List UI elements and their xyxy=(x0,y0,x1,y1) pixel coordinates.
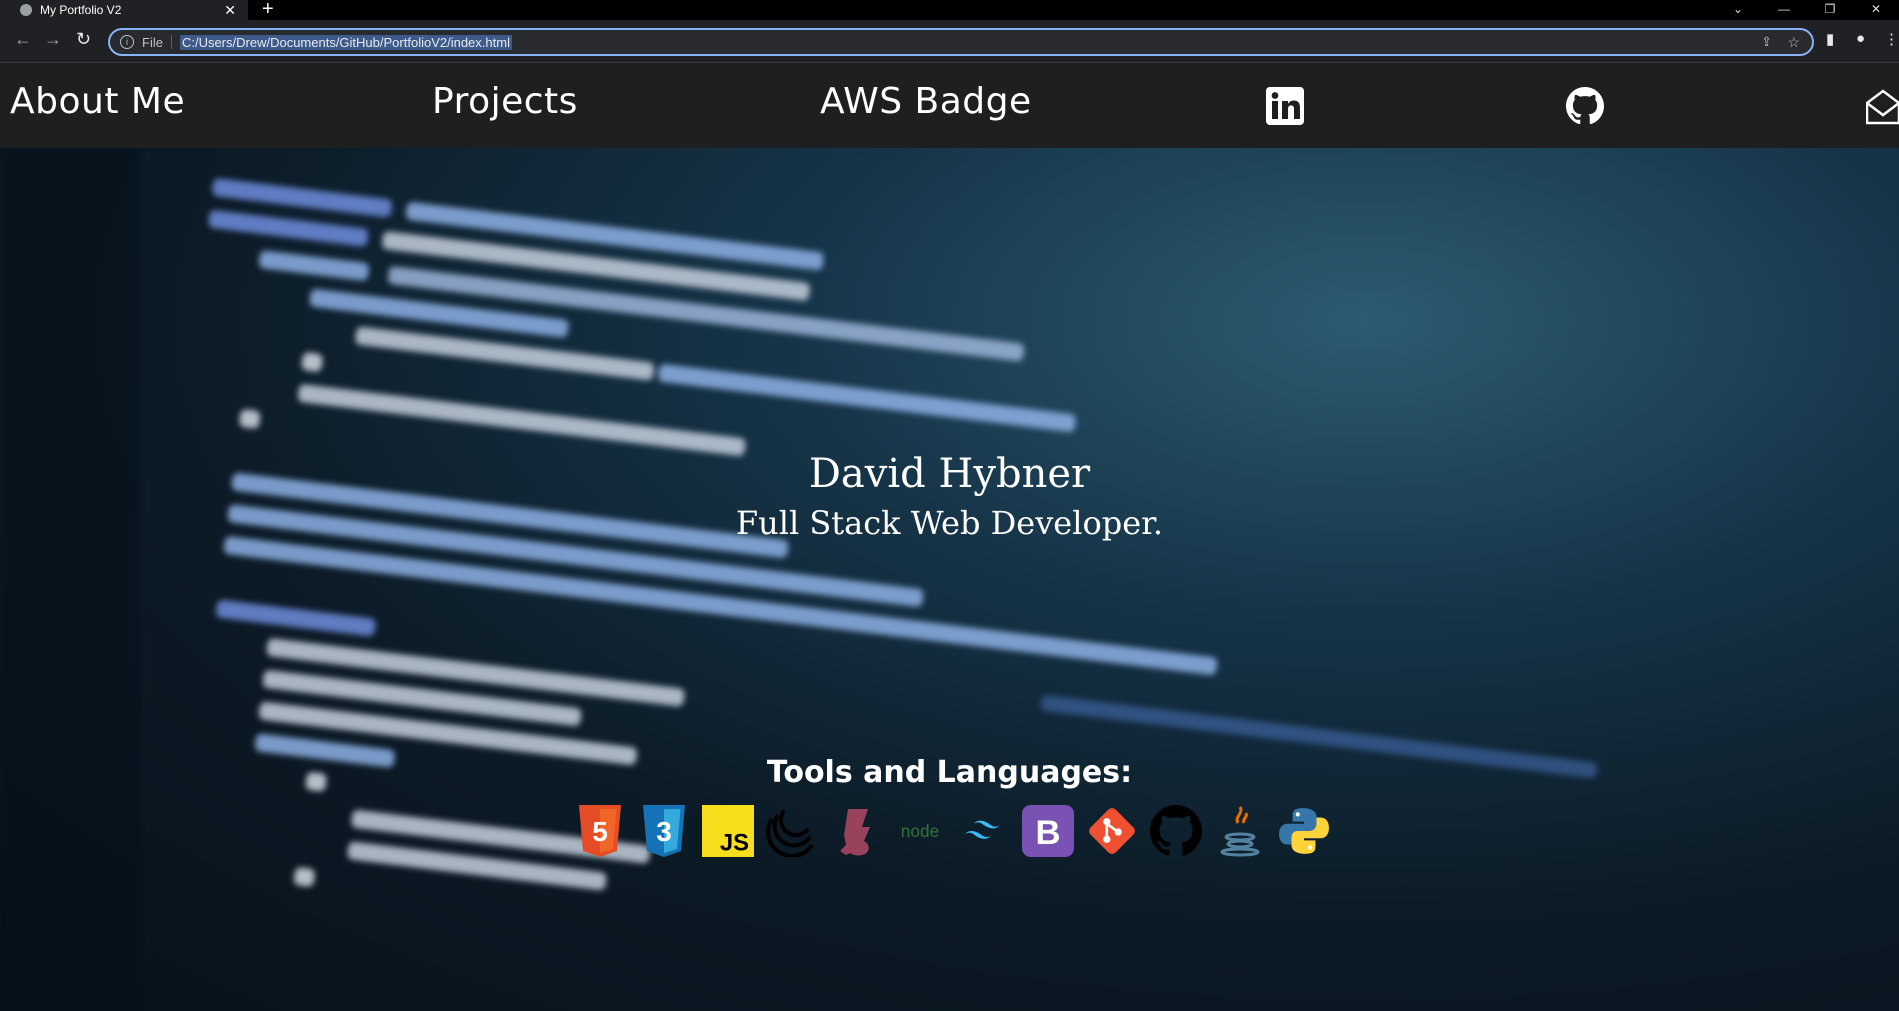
hero-role: Full Stack Web Developer. xyxy=(735,504,1164,542)
restore-button[interactable]: ❐ xyxy=(1807,0,1853,20)
back-button[interactable]: ← xyxy=(14,29,32,50)
browser-tab-strip: My Portfolio V2 ✕ + ⌄ — ❐ ✕ xyxy=(0,0,1899,20)
github-icon[interactable] xyxy=(1566,87,1604,125)
window-controls: ⌄ — ❐ ✕ xyxy=(1715,0,1899,20)
tab-close-icon[interactable]: ✕ xyxy=(224,2,236,19)
nav-projects[interactable]: Projects xyxy=(432,81,578,122)
svg-text:3: 3 xyxy=(656,816,672,847)
scheme-label: File xyxy=(142,34,163,50)
hero-name: David Hybner xyxy=(808,451,1091,497)
nodejs-icon: node xyxy=(901,821,940,841)
mail-icon[interactable] xyxy=(1866,87,1899,125)
tools-icon-row: 5 3 JS node B xyxy=(574,805,1330,859)
side-panel-icon[interactable]: ▮ xyxy=(1826,30,1834,48)
html5-icon: 5 xyxy=(579,805,621,857)
new-tab-button[interactable]: + xyxy=(262,0,274,21)
site-navbar: About Me Projects AWS Badge xyxy=(0,63,1899,148)
nav-about-me[interactable]: About Me xyxy=(10,81,185,122)
reload-button[interactable]: ↻ xyxy=(76,29,91,50)
tailwind-icon xyxy=(962,820,1003,839)
javascript-icon: JS xyxy=(702,805,754,857)
bookmark-star-icon[interactable]: ☆ xyxy=(1787,34,1800,51)
hero-section: David Hybner Full Stack Web Developer. xyxy=(0,148,1899,1011)
close-window-button[interactable]: ✕ xyxy=(1853,0,1899,20)
tab-search-icon[interactable]: ⌄ xyxy=(1715,0,1761,20)
info-icon[interactable]: i xyxy=(120,35,134,49)
code-background-image xyxy=(0,148,1598,1011)
divider xyxy=(170,35,172,49)
git-icon xyxy=(1089,808,1135,854)
url-text[interactable]: C:/Users/Drew/Documents/GitHub/Portfolio… xyxy=(179,34,512,50)
address-bar[interactable]: i File C:/Users/Drew/Documents/GitHub/Po… xyxy=(108,28,1814,56)
forward-button[interactable]: → xyxy=(44,29,62,50)
profile-icon[interactable]: ● xyxy=(1856,30,1865,47)
tab-title: My Portfolio V2 xyxy=(40,3,122,17)
share-icon[interactable]: ⇪ xyxy=(1761,34,1772,50)
python-icon xyxy=(1279,808,1329,854)
svg-text:JS: JS xyxy=(720,830,749,857)
linkedin-icon[interactable] xyxy=(1266,87,1304,125)
nav-aws-badge[interactable]: AWS Badge xyxy=(820,81,1032,122)
svg-text:node: node xyxy=(901,821,940,841)
java-icon xyxy=(1220,806,1260,857)
bootstrap-icon: B xyxy=(1022,805,1074,857)
globe-icon xyxy=(20,4,32,16)
svg-text:5: 5 xyxy=(592,816,608,847)
jest-alt-icon xyxy=(840,809,870,856)
jest-icon xyxy=(766,809,814,857)
css3-icon: 3 xyxy=(643,805,685,857)
svg-text:B: B xyxy=(1035,814,1060,852)
minimize-button[interactable]: — xyxy=(1761,0,1807,20)
menu-kebab-icon[interactable]: ⋮ xyxy=(1884,30,1899,48)
browser-tab[interactable]: My Portfolio V2 ✕ xyxy=(0,0,248,20)
github-tool-icon xyxy=(1150,805,1202,856)
tools-heading: Tools and Languages: xyxy=(766,755,1133,790)
browser-toolbar: ← → ↻ i File C:/Users/Drew/Documents/Git… xyxy=(0,20,1899,63)
